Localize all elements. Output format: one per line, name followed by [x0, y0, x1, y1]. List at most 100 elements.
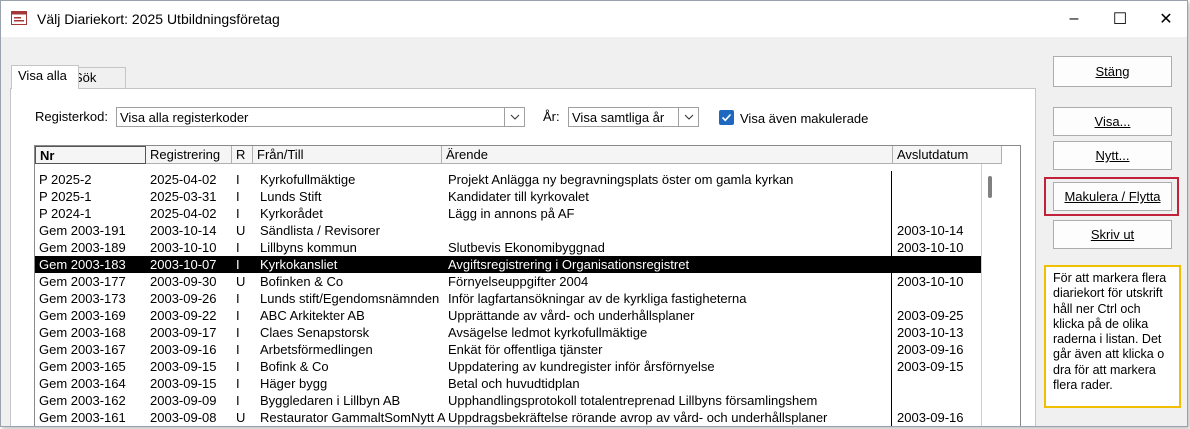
table-cell: I	[236, 257, 240, 272]
table-cell: Bofink & Co	[260, 359, 329, 374]
table-cell: ABC Arkitekter AB	[260, 308, 365, 323]
nytt-button[interactable]: Nytt...	[1053, 141, 1172, 170]
table-row[interactable]: Gem 2003-169 2003-09-22 I ABC Arkitekter AB…	[35, 307, 981, 324]
ar-label: År:	[543, 109, 560, 124]
maximize-icon: ☐	[1112, 11, 1128, 28]
table-cell: 2003-09-15	[150, 376, 217, 391]
table-cell: Avsägelse ledmot kyrkofullmäktige	[448, 325, 648, 340]
table-rows: P 2025-2 2025-04-02 I Kyrkofullmäktige Proje…	[35, 171, 981, 426]
table-cell: 2003-09-16	[150, 342, 217, 357]
title-bar: Välj Diariekort: 2025 Utbildningsföretag…	[1, 1, 1187, 37]
tab-visa-alla[interactable]: Visa alla	[11, 65, 79, 89]
table-cell: I	[236, 189, 240, 204]
table-row[interactable]: Gem 2003-189 2003-10-10 I Lillbyns kommun Sl…	[35, 239, 981, 256]
table-cell	[897, 392, 977, 409]
close-icon: ✕	[1159, 11, 1173, 28]
table-cell: Arbetsförmedlingen	[260, 342, 373, 357]
table-cell: 2003-09-16	[897, 410, 964, 425]
table-cell: Upprättande av vård- och underhållsplane…	[448, 308, 695, 323]
skriv-ut-button[interactable]: Skriv ut	[1053, 220, 1172, 249]
table-cell: Gem 2003-162	[39, 393, 126, 408]
column-header-fran-till[interactable]: Från/Till	[253, 146, 442, 164]
close-button[interactable]: ✕	[1143, 1, 1187, 37]
ar-value: Visa samtliga år	[572, 110, 665, 125]
visa-button[interactable]: Visa...	[1053, 107, 1172, 136]
table-cell: I	[236, 240, 240, 255]
table-row[interactable]: Gem 2003-191 2003-10-14 U Sändlista / Revis…	[35, 222, 981, 239]
table-row[interactable]: Gem 2003-177 2003-09-30 U Bofinken & Co Förn…	[35, 273, 981, 290]
table-cell: U	[236, 223, 246, 238]
table-cell: Kyrkokansliet	[260, 257, 338, 272]
table-row[interactable]: Gem 2003-183 2003-10-07 I Kyrkokansliet Avgi…	[35, 256, 981, 273]
table-cell: Gem 2003-161	[39, 410, 126, 425]
table-row[interactable]: Gem 2003-165 2003-09-15 I Bofink & Co Uppdat…	[35, 358, 981, 375]
chevron-down-icon[interactable]	[504, 108, 524, 126]
access-form-icon	[11, 11, 27, 25]
table-row[interactable]: P 2024-1 2025-04-02 I Kyrkorådet Lägg in ann…	[35, 205, 981, 222]
table-row[interactable]: Gem 2003-161 2003-09-08 U Restaurator Gamma…	[35, 409, 981, 426]
table-cell: Uppdragsbekräftelse rörande avrop av vår…	[448, 410, 828, 425]
column-header-avslutdatum[interactable]: Avslutdatum	[893, 146, 1002, 164]
table-cell: Kandidater till kyrkovalet	[448, 189, 589, 204]
table-cell: Betal och huvudtidplan	[448, 376, 580, 391]
table-cell: Slutbevis Ekonomibyggnad	[448, 240, 605, 255]
table-cell: 2003-09-08	[150, 410, 217, 425]
maximize-button[interactable]: ☐	[1097, 1, 1143, 37]
registerkod-select[interactable]: Visa alla registerkoder	[116, 107, 525, 127]
table-cell: Gem 2003-164	[39, 376, 126, 391]
column-header-nr[interactable]: Nr	[35, 146, 146, 164]
table-cell: 2003-09-22	[150, 308, 217, 323]
table-cell: 2003-09-26	[150, 291, 217, 306]
table-cell: 2003-09-09	[150, 393, 217, 408]
table-cell: 2003-10-13	[897, 325, 964, 340]
table-cell: Gem 2003-183	[39, 257, 126, 272]
table-row[interactable]: Gem 2003-173 2003-09-26 I Lunds stift/Egend…	[35, 290, 981, 307]
table-cell: 2003-10-10	[897, 240, 964, 255]
table-cell: Inför lagfartansökningar av de kyrkliga …	[448, 291, 747, 306]
table-row[interactable]: Gem 2003-162 2003-09-09 I Byggledaren i Lil…	[35, 392, 981, 409]
table-cell: 2003-09-15	[150, 359, 217, 374]
table-row[interactable]: P 2025-1 2025-03-31 I Lunds Stift Kandidater…	[35, 188, 981, 205]
table-cell: Gem 2003-173	[39, 291, 126, 306]
makulerade-label[interactable]: Visa även makulerade	[740, 111, 868, 126]
table-cell	[897, 205, 977, 222]
table-cell: 2003-09-15	[897, 359, 964, 374]
table-cell: Gem 2003-177	[39, 274, 126, 289]
column-header-arende[interactable]: Ärende	[442, 146, 893, 164]
table-cell: P 2025-1	[39, 189, 92, 204]
table-cell: Kyrkorådet	[260, 206, 323, 221]
stang-button[interactable]: Stäng	[1053, 56, 1172, 87]
table-cell	[897, 188, 977, 205]
window-title: Välj Diariekort: 2025 Utbildningsföretag	[37, 11, 280, 27]
table-cell: P 2025-2	[39, 172, 92, 187]
table-cell: Claes Senapstorsk	[260, 325, 370, 340]
table-cell: 2025-04-02	[150, 206, 217, 221]
ar-select[interactable]: Visa samtliga år	[568, 107, 699, 127]
column-header-registrering[interactable]: Registrering	[146, 146, 232, 164]
diariekort-list[interactable]: Nr Registrering R Från/Till Ärende Avslu…	[34, 145, 1021, 426]
makulerade-checkbox[interactable]	[719, 110, 734, 125]
table-cell: Häger bygg	[260, 376, 328, 391]
table-row[interactable]: P 2025-2 2025-04-02 I Kyrkofullmäktige Proje…	[35, 171, 981, 188]
minimize-button[interactable]: –	[1051, 1, 1097, 37]
table-cell: I	[236, 172, 240, 187]
chevron-down-icon[interactable]	[678, 108, 698, 126]
column-header-r[interactable]: R	[232, 146, 253, 164]
table-row[interactable]: Gem 2003-167 2003-09-16 I Arbetsförmedlinge…	[35, 341, 981, 358]
checkmark-icon	[721, 113, 732, 122]
table-cell: Gem 2003-168	[39, 325, 126, 340]
table-cell: Projekt Anlägga ny begravningsplats öste…	[448, 172, 794, 187]
table-cell: U	[236, 274, 246, 289]
scrollbar-thumb[interactable]	[988, 176, 992, 198]
vertical-scrollbar[interactable]	[981, 164, 1020, 426]
minimize-icon: –	[1069, 10, 1079, 27]
table-cell: Lillbyns kommun	[260, 240, 357, 255]
dialog-window: Välj Diariekort: 2025 Utbildningsföretag…	[0, 0, 1188, 427]
table-row[interactable]: Gem 2003-168 2003-09-17 I Claes Senapstorsk…	[35, 324, 981, 341]
table-cell: I	[236, 308, 240, 323]
table-cell	[897, 171, 977, 188]
table-cell: Enkät för offentliga tjänster	[448, 342, 603, 357]
table-row[interactable]: Gem 2003-164 2003-09-15 I Häger bygg Betal o…	[35, 375, 981, 392]
makulera-flytta-button[interactable]: Makulera / Flytta	[1053, 182, 1172, 211]
table-cell: 2003-09-17	[150, 325, 217, 340]
